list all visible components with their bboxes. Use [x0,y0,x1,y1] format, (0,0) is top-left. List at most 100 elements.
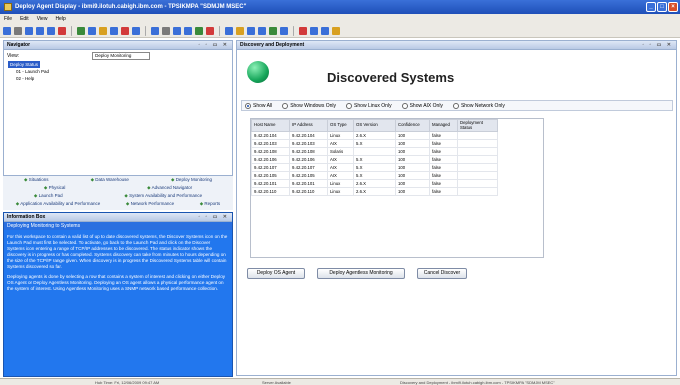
table-cell: AIX [327,139,354,148]
toolbar-separator [293,25,294,36]
deploy-os-agent-button[interactable]: Deploy OS Agent [247,268,305,279]
toolbar-button-icon[interactable] [280,26,288,35]
toolbar-button-icon[interactable] [110,26,118,35]
column-header[interactable]: OS Version [353,119,396,132]
table-cell: 100 [395,155,430,164]
column-header[interactable]: Deployment Status [457,119,498,132]
navigator-tabs: Situations Data Warehouse Deploy Monitor… [3,175,233,210]
table-cell: AIX [327,163,354,172]
tree-node-launch-pad[interactable]: 01 - Launch Pad [8,68,232,75]
information-box-title: Information Box [7,214,46,220]
toolbar-button-icon[interactable] [3,26,11,35]
view-select[interactable]: Deploy Monitoring [92,51,151,60]
radio-icon[interactable] [346,102,353,109]
toolbar-button-icon[interactable] [14,26,22,35]
toolbar-button-icon[interactable] [258,26,266,35]
tab-launch-pad[interactable]: Launch Pad [34,193,63,199]
menu-help[interactable]: Help [55,16,65,22]
navigator-view-row: View: Deploy Monitoring [4,50,232,61]
toolbar-button-icon[interactable] [88,26,96,35]
table-row[interactable]: 9.42.20.108 9.42.20.108 Solaris 100 false [251,147,498,156]
table-cell: 9.42.20.105 [289,171,328,180]
table-row[interactable]: 9.42.20.103 9.42.20.103 AIX 5.X 100 false [251,139,498,148]
toolbar-button-icon[interactable] [321,26,329,35]
tab-situations[interactable]: Situations [24,177,49,183]
toolbar-button-icon[interactable] [236,26,244,35]
minimize-button[interactable]: _ [646,2,656,12]
table-cell: 100 [395,139,430,148]
toolbar-button-icon[interactable] [58,26,66,35]
table-cell: false [429,171,458,180]
table-cell: 9.42.20.104 [289,131,328,140]
toolbar-button-icon[interactable] [269,26,277,35]
toolbar-button-icon[interactable] [36,26,44,35]
table-cell: 2.6.X [353,131,396,140]
table-cell: 9.42.20.106 [289,155,328,164]
table-row[interactable]: 9.42.20.110 9.42.20.110 Linux 2.6.X 100 false [251,187,498,196]
toolbar-button-icon[interactable] [332,26,340,35]
table-row[interactable]: 9.42.20.101 9.42.20.101 Linux 2.6.X 100 false [251,179,498,188]
filter-show-linux[interactable]: Show Linux Only [346,102,392,109]
column-header[interactable]: Confidence [395,119,430,132]
tree-node-deploy-status[interactable]: Deploy Status [8,61,41,68]
filter-show-all[interactable]: Show All [245,102,272,109]
deploy-agentless-button[interactable]: Deploy Agentless Monitoring [317,268,405,279]
filter-show-aix[interactable]: Show AIX Only [401,102,443,109]
panel-controls[interactable]: ◦ ▫ ▭ ✕ [198,42,229,48]
toolbar-button-icon[interactable] [77,26,85,35]
toolbar-button-icon[interactable] [132,26,140,35]
toolbar-button-icon[interactable] [299,26,307,35]
toolbar [0,24,680,38]
radio-icon[interactable] [452,102,459,109]
toolbar-button-icon[interactable] [310,26,318,35]
tab-advanced-navigator[interactable]: Advanced Navigator [147,185,193,191]
maximize-button[interactable]: □ [657,2,667,12]
toolbar-button-icon[interactable] [121,26,129,35]
tree-node-help[interactable]: 02 - Help [8,75,232,82]
toolbar-button-icon[interactable] [225,26,233,35]
toolbar-button-icon[interactable] [162,26,170,35]
toolbar-button-icon[interactable] [247,26,255,35]
discovered-systems-table: Host Name IP Address OS Type OS Version … [250,118,544,258]
menu-file[interactable]: File [4,16,12,22]
toolbar-button-icon[interactable] [151,26,159,35]
column-header[interactable]: IP Address [289,119,328,132]
filter-show-windows[interactable]: Show Windows Only [282,102,336,109]
tab-physical[interactable]: Physical [44,185,66,191]
radio-icon[interactable] [282,102,289,109]
toolbar-button-icon[interactable] [47,26,55,35]
close-button[interactable]: × [668,2,678,12]
toolbar-button-icon[interactable] [184,26,192,35]
table-row[interactable]: 9.42.20.107 9.42.20.107 AIX 5.X 100 false [251,163,498,172]
table-row[interactable]: 9.42.20.104 9.42.20.104 Linux 2.6.X 100 false [251,131,498,140]
tab-reports[interactable]: Reports [200,201,220,207]
toolbar-button-icon[interactable] [195,26,203,35]
toolbar-button-icon[interactable] [25,26,33,35]
column-header[interactable]: Host Name [251,119,290,132]
panel-controls[interactable]: ◦ ▫ ▭ ✕ [642,42,673,48]
table-cell [457,163,498,172]
cancel-discover-button[interactable]: Cancel Discover [417,268,467,279]
menu-edit[interactable]: Edit [20,16,29,22]
column-header[interactable]: Managed [429,119,458,132]
information-box-panel: Information Box ◦ ▫ ▭ ✕ Deploying Monito… [3,212,233,377]
table-row[interactable]: 9.42.20.105 9.42.20.105 AIX 5.X 100 false [251,171,498,180]
radio-icon[interactable] [245,102,251,109]
toolbar-button-icon[interactable] [99,26,107,35]
filter-show-network[interactable]: Show Network Only [452,102,505,109]
toolbar-button-icon[interactable] [206,26,214,35]
column-header[interactable]: OS Type [327,119,354,132]
status-bar: Hub Time: Fri, 12/06/2009 09:47 AM Serve… [0,378,680,385]
tab-deploy-monitoring[interactable]: Deploy Monitoring [171,177,212,183]
table-row[interactable]: 9.42.20.106 9.42.20.106 AIX 5.X 100 false [251,155,498,164]
tab-application-availability[interactable]: Application Availability and Performance [16,201,100,207]
radio-icon[interactable] [401,102,408,109]
table-cell: 100 [395,163,430,172]
toolbar-button-icon[interactable] [173,26,181,35]
panel-controls[interactable]: ◦ ▫ ▭ ✕ [198,214,229,220]
table-cell: 5.X [353,139,396,148]
tab-system-availability[interactable]: System Availability and Performance [124,193,202,199]
tab-data-warehouse[interactable]: Data Warehouse [91,177,129,183]
menu-view[interactable]: View [37,16,48,22]
tab-network-performance[interactable]: Network Performance [126,201,175,207]
